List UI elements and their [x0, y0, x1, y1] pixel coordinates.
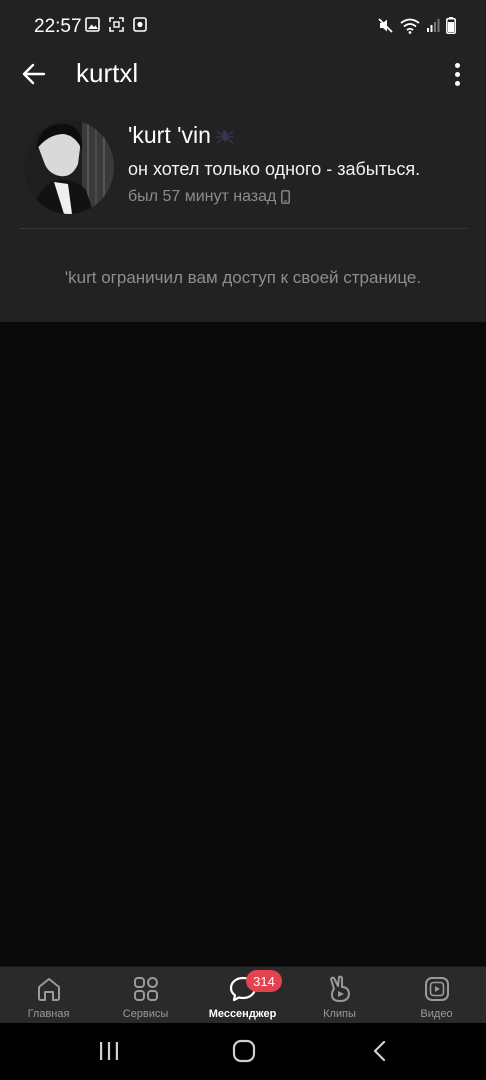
page-title: kurtxl — [76, 58, 139, 88]
recent-apps-button[interactable] — [94, 1037, 124, 1065]
nav-label-clips: Клипы — [323, 1008, 356, 1020]
more-vertical-icon — [454, 62, 460, 68]
wifi-icon — [400, 18, 420, 34]
nav-label-video: Видео — [420, 1008, 453, 1020]
recent-apps-icon — [100, 1042, 118, 1060]
avatar[interactable] — [24, 120, 114, 214]
divider — [20, 228, 467, 229]
profile-panel: kurtxl 'kurt 'vin он хотел только одного… — [0, 52, 486, 322]
gallery-notification-icon — [85, 17, 100, 32]
messenger-unread-badge: 314 — [246, 970, 282, 992]
services-icon — [133, 977, 158, 1001]
home-system-button[interactable] — [229, 1037, 259, 1065]
app-header: kurtxl — [0, 52, 486, 96]
spider-icon — [215, 129, 234, 144]
access-restricted-notice: 'kurt ограничил вам доступ к своей стран… — [64, 268, 422, 287]
status-time: 22:57 — [34, 16, 82, 37]
profile-name: 'kurt 'vin — [128, 122, 211, 148]
chevron-left-icon — [373, 1040, 386, 1062]
app-notification-icon — [133, 17, 147, 32]
screenshot-notification-icon — [109, 17, 124, 32]
bottom-navigation: Главная Сервисы Мессенджер 314 Клипы Вид… — [0, 966, 486, 1023]
nav-item-services[interactable]: Сервисы — [97, 967, 194, 1024]
arrow-left-icon — [22, 63, 46, 85]
nav-label-messenger: Мессенджер — [208, 1008, 277, 1020]
mute-icon — [378, 18, 393, 33]
nav-item-clips[interactable]: Клипы — [291, 967, 388, 1024]
nav-label-services: Сервисы — [122, 1008, 169, 1020]
battery-icon — [446, 17, 456, 34]
clips-icon — [329, 975, 350, 1002]
nav-item-home[interactable]: Главная — [0, 967, 97, 1024]
last-seen-row: был 57 минут назад — [128, 188, 291, 206]
nav-item-video[interactable]: Видео — [388, 967, 485, 1024]
video-icon — [424, 977, 449, 1001]
system-back-button[interactable] — [365, 1037, 395, 1065]
system-navigation-bar — [0, 1023, 486, 1080]
profile-name-row: 'kurt 'vin — [128, 122, 235, 149]
status-bar: 22:57 — [0, 0, 486, 52]
signal-icon — [427, 19, 440, 32]
back-button[interactable] — [20, 60, 48, 88]
more-options-button[interactable] — [448, 60, 466, 88]
last-seen-text: был 57 минут назад — [128, 188, 277, 205]
nav-label-home: Главная — [27, 1008, 70, 1020]
profile-status-text: он хотел только одного - забыться. — [128, 159, 421, 179]
home-icon — [37, 978, 60, 1001]
home-square-icon — [232, 1039, 256, 1063]
avatar-image — [24, 120, 114, 214]
mobile-device-icon — [281, 190, 291, 204]
